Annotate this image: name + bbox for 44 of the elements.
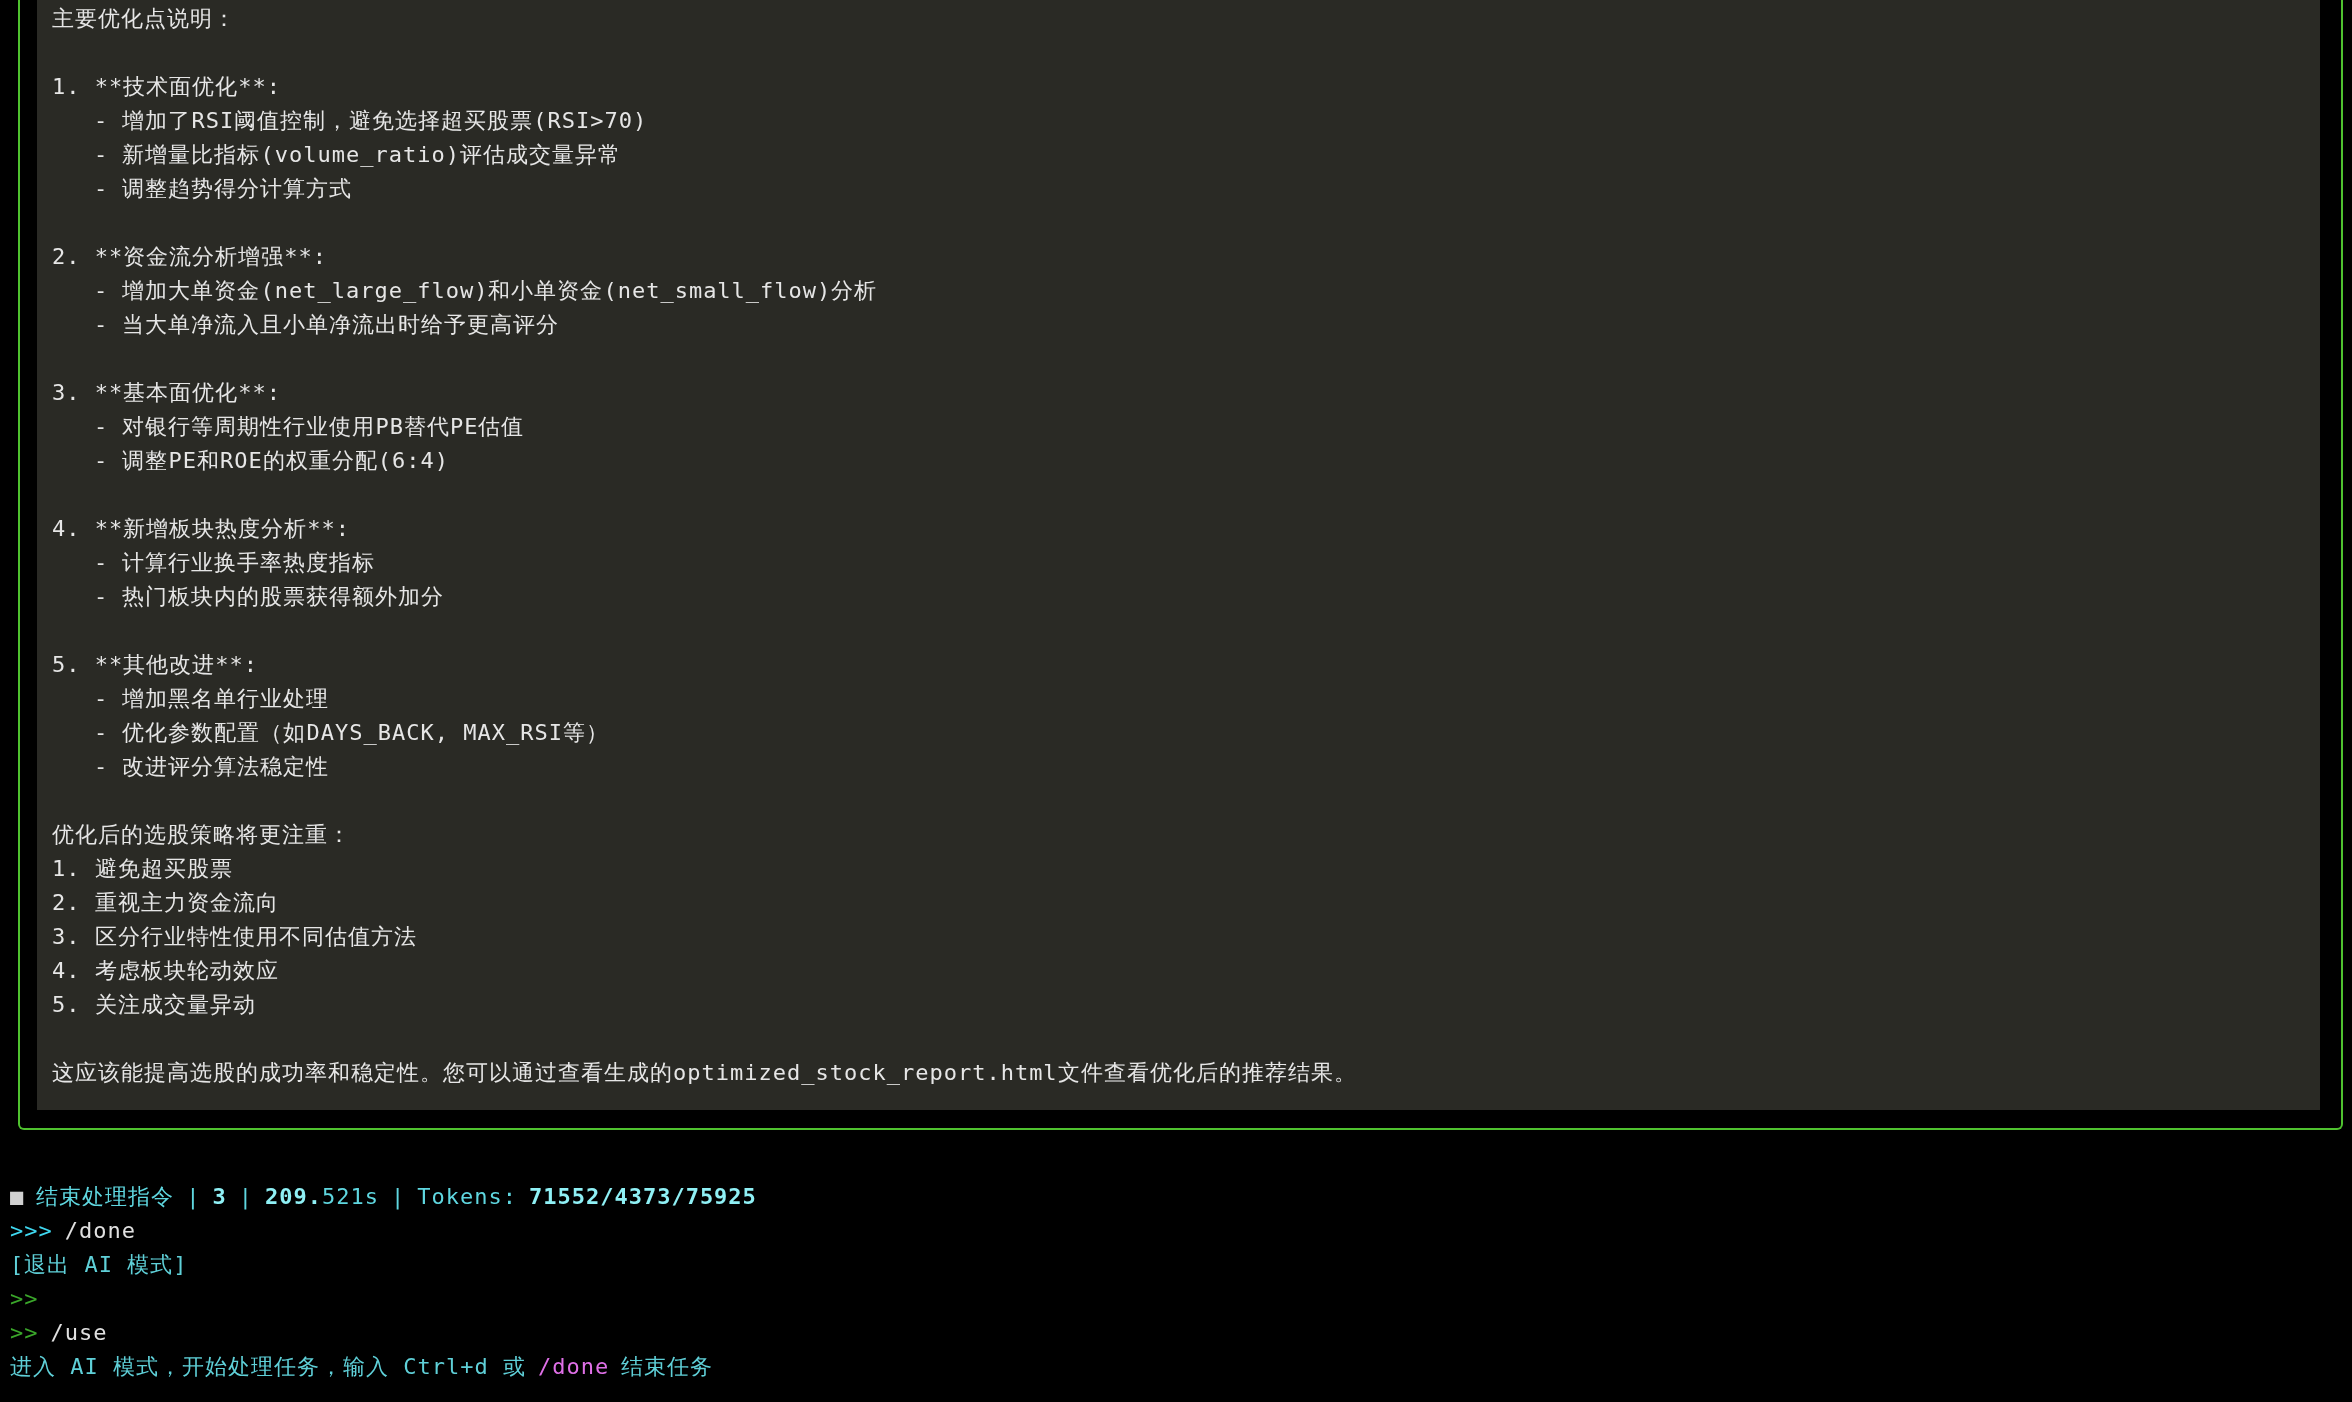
command-text: /done — [537, 1353, 610, 1381]
command-text: /use — [50, 1319, 108, 1347]
status-text: | — [390, 1183, 406, 1212]
text-line: 3. **基本面优化**: — [52, 379, 282, 407]
text-line: 主要优化点说明： — [52, 5, 237, 33]
status-text: | — [186, 1183, 201, 1212]
text-line: 优化后的选股策略将更注重： — [52, 821, 352, 849]
text-line: 1. **技术面优化**: — [52, 73, 282, 101]
bullet-line: - 增加了RSI阈值控制，避免选择超买股票(RSI>70) — [93, 107, 649, 135]
text-line: 2. **资金流分析增强**: — [52, 243, 328, 271]
bullet-line: - 当大单净流入且小单净流出时给予更高评分 — [93, 311, 561, 339]
prompt-symbol: >> — [10, 1319, 39, 1347]
status-text: Tokens: — [417, 1183, 517, 1211]
bullet-line: - 增加大单资金(net_large_flow)和小单资金(net_small_flow)分析 — [93, 277, 879, 305]
message-text: 进入 AI 模式，开始处理任务，输入 Ctrl+d 或 — [10, 1353, 526, 1381]
command-text: /done — [64, 1217, 136, 1245]
text-line: 2. 重视主力资金流向 — [52, 889, 280, 917]
message-text: 结束任务 — [621, 1353, 714, 1381]
bullet-line: - 增加黑名单行业处理 — [93, 685, 331, 713]
status-text: 209. — [265, 1183, 322, 1211]
text-line: 4. **新增板块热度分析**: — [52, 515, 351, 543]
text-line: 这应该能提高选股的成功率和稳定性。您可以通过查看生成的optimized_stock_report.html文件查看优化后的推荐结果。 — [52, 1059, 1358, 1087]
text-line: 1. 避免超买股票 — [52, 855, 234, 883]
status-text: 71552/4373/75925 — [528, 1183, 757, 1211]
bullet-line: - 调整PE和ROE的权重分配(6:4) — [93, 447, 450, 475]
prompt-symbol: >>> — [10, 1217, 53, 1245]
text-line: 5. **其他改进**: — [52, 651, 259, 679]
text-line: 5. 关注成交量异动 — [52, 991, 257, 1019]
status-text: | — [238, 1183, 253, 1212]
bullet-line: - 新增量比指标(volume_ratio)评估成交量异常 — [93, 141, 622, 169]
bullet-line: - 优化参数配置（如DAYS_BACK, MAX_RSI等） — [93, 719, 610, 747]
status-marker: ■ — [10, 1183, 25, 1211]
bullet-line: - 改进评分算法稳定性 — [93, 753, 331, 781]
prompt-symbol: >> — [10, 1285, 39, 1313]
bullet-line: - 调整趋势得分计算方式 — [93, 175, 354, 203]
text-line: 3. 区分行业特性使用不同估值方法 — [52, 923, 418, 951]
bullet-line: - 热门板块内的股票获得额外加分 — [93, 583, 446, 611]
status-text: 521s — [322, 1183, 379, 1211]
status-text: 3 — [212, 1183, 227, 1211]
bullet-line: - 计算行业换手率热度指标 — [93, 549, 377, 577]
text-line: 4. 考虑板块轮动效应 — [52, 957, 280, 985]
bullet-line: - 对银行等周期性行业使用PB替代PE估值 — [93, 413, 526, 441]
status-text: 结束处理指令 — [36, 1183, 175, 1211]
message-text: [退出 AI 模式] — [10, 1251, 188, 1279]
